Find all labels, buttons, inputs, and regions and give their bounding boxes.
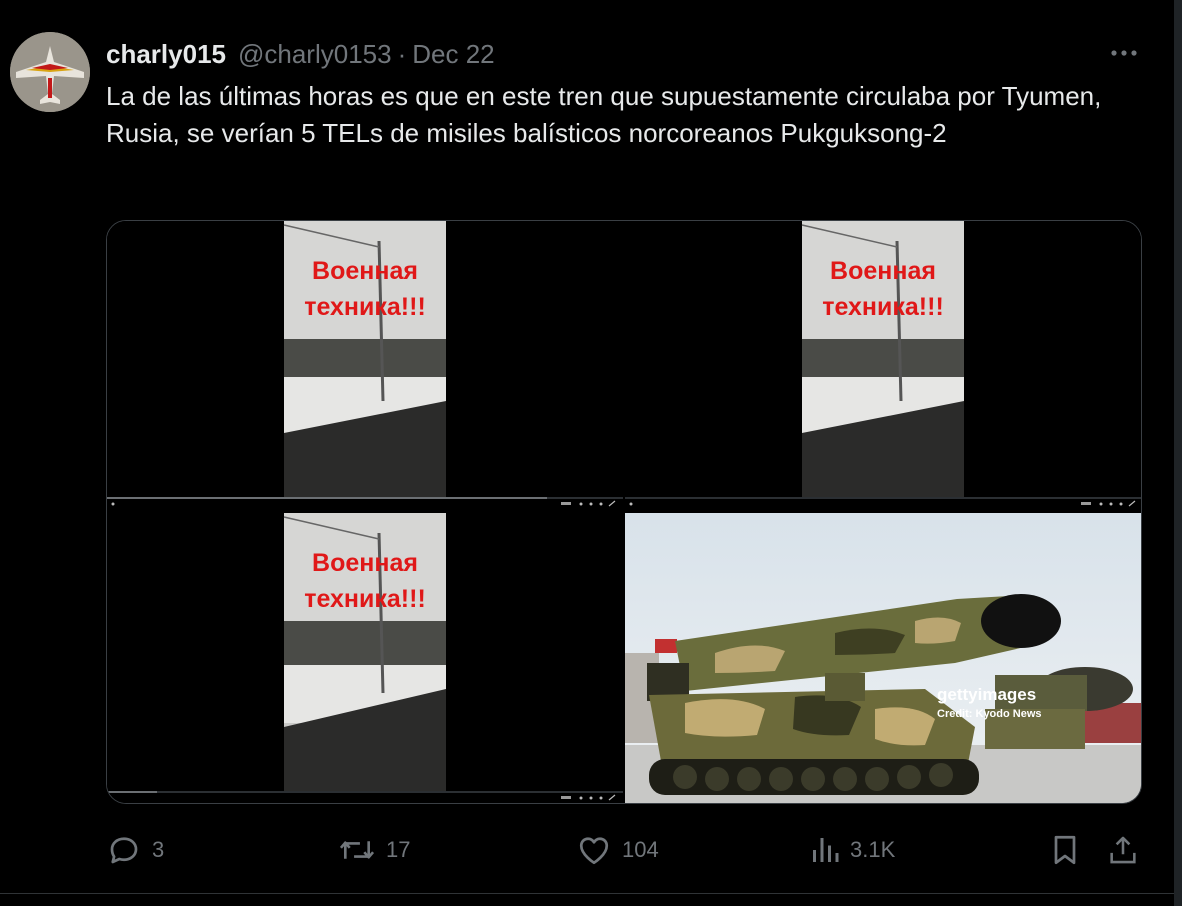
views-count: 3.1K: [850, 837, 896, 862]
share-button[interactable]: [1106, 828, 1140, 872]
caption-line-1: Военная: [830, 257, 936, 285]
like-count: 104: [622, 837, 659, 862]
separator-dot: ·: [397, 38, 407, 69]
reply-count: 3: [152, 837, 165, 862]
repost-icon: [339, 841, 375, 859]
tweet-header: charly015 @charly0153 · Dec 22: [106, 36, 495, 72]
action-bar: 3 17 104 3.1K: [106, 828, 1146, 872]
avatar-jet-image: [10, 32, 90, 112]
user-handle[interactable]: @charly0153: [238, 39, 392, 70]
tweet[interactable]: charly015 @charly0153 · Dec 22 La de las…: [0, 0, 1174, 894]
display-name[interactable]: charly015: [106, 39, 226, 70]
media-grid: Военная техника!!! Военная техника!!! Во…: [106, 220, 1142, 804]
views-button[interactable]: 3.1K: [810, 828, 895, 872]
more-button[interactable]: [1104, 38, 1144, 68]
tweet-text: La de las últimas horas es que en este t…: [106, 81, 1102, 148]
getty-watermark: gettyimages: [937, 685, 1037, 704]
bookmark-icon: [1054, 835, 1076, 865]
missile-photo[interactable]: gettyimages Credit: Kyodo News: [625, 513, 1141, 803]
heart-icon: [579, 837, 609, 865]
video-caption: Военная техника!!!: [802, 253, 964, 325]
reply-button[interactable]: 3: [106, 828, 164, 872]
caption-line-2: техника!!!: [304, 293, 426, 321]
like-button[interactable]: 104: [576, 828, 659, 872]
video-caption: Военная техника!!!: [284, 253, 446, 325]
video-caption: Военная техника!!!: [284, 545, 446, 617]
caption-line-1: Военная: [312, 257, 418, 285]
video-thumbnail-1[interactable]: Военная техника!!!: [107, 221, 623, 511]
post-date[interactable]: Dec 22: [412, 39, 494, 70]
repost-count: 17: [386, 837, 411, 862]
video-thumbnail-2[interactable]: Военная техника!!!: [625, 221, 1141, 511]
getty-credit: Credit: Kyodo News: [937, 708, 1042, 720]
more-icon: [1111, 50, 1137, 56]
bookmark-button[interactable]: [1050, 828, 1080, 872]
caption-line-2: техника!!!: [304, 585, 426, 613]
avatar[interactable]: [10, 32, 90, 112]
caption-line-2: техника!!!: [822, 293, 944, 321]
views-icon: [813, 838, 839, 862]
repost-button[interactable]: 17: [338, 828, 410, 872]
reply-icon: [110, 837, 138, 864]
caption-line-1: Военная: [312, 549, 418, 577]
video-thumbnail-3[interactable]: Военная техника!!!: [107, 513, 623, 803]
scrollbar[interactable]: [1174, 0, 1182, 906]
share-icon: [1110, 836, 1136, 864]
missile-launcher-image: [625, 513, 1141, 803]
